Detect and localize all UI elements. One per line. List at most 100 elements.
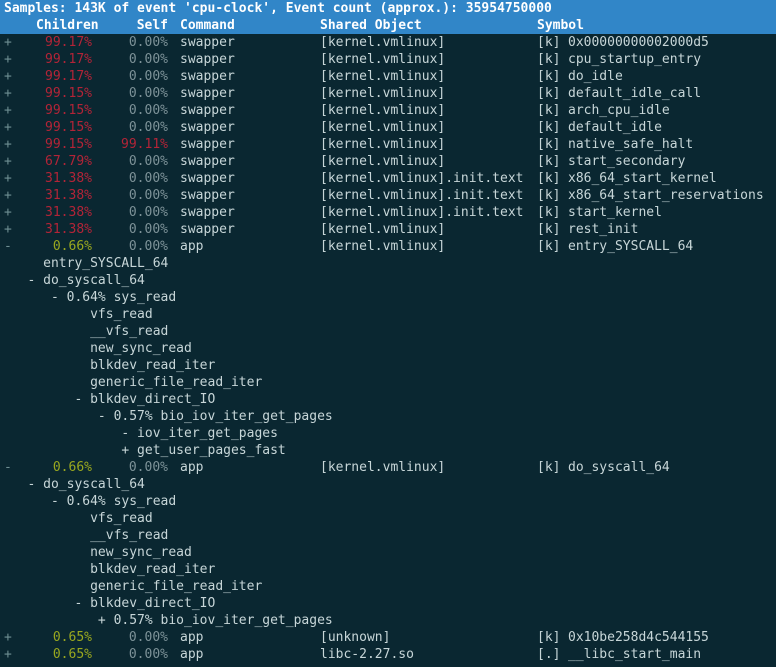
table-row[interactable]: +99.15% 0.00% swapper [kernel.vmlinux] [k] ar… <box>0 102 776 119</box>
samples-summary-bar: Samples: 143K of event 'cpu-clock', Even… <box>0 0 776 17</box>
column-header-symbol[interactable]: Symbol <box>537 17 584 34</box>
expand-toggle-icon[interactable]: + <box>4 119 12 136</box>
callchain-row[interactable]: vfs_read <box>0 306 776 323</box>
callchain-row[interactable]: new_sync_read <box>0 340 776 357</box>
symbol-kind: [k] <box>537 120 561 135</box>
expand-toggle-icon[interactable]: + <box>4 187 12 204</box>
self-percent: 0.00% <box>128 205 168 220</box>
symbol-name: x86_64_start_reservations <box>568 188 764 203</box>
table-row[interactable]: - 0.66% 0.00% app [kernel.vmlinux] [k] entry_S… <box>0 238 776 255</box>
self-percent: 0.00% <box>128 154 168 169</box>
expand-toggle-icon[interactable]: + <box>4 629 12 646</box>
expand-toggle-icon[interactable]: - <box>4 459 12 476</box>
self-percent: 0.00% <box>128 647 168 662</box>
symbol-name: cpu_startup_entry <box>568 52 702 67</box>
callchain-row[interactable]: - blkdev_direct_IO <box>0 391 776 408</box>
expand-toggle-icon[interactable]: - <box>4 238 12 255</box>
expand-toggle-icon[interactable]: + <box>4 68 12 85</box>
callchain-row[interactable]: + get_user_pages_fast <box>0 442 776 459</box>
callchain-row[interactable]: - 0.64% sys_read <box>0 493 776 510</box>
symbol-kind: [k] <box>537 52 561 67</box>
callchain-row[interactable]: __vfs_read <box>0 323 776 340</box>
children-percent: 31.38% <box>45 171 92 186</box>
command-name: swapper <box>180 205 235 220</box>
self-percent: 0.00% <box>128 103 168 118</box>
self-percent: 0.00% <box>128 171 168 186</box>
callchain-row[interactable]: generic_file_read_iter <box>0 578 776 595</box>
symbol-name: do_syscall_64 <box>568 460 670 475</box>
table-row[interactable]: +0.65% 0.00% app [unknown] [k] 0x10be258d4c54… <box>0 629 776 646</box>
column-header-children[interactable]: Children <box>36 17 99 34</box>
callchain-row[interactable]: + 0.57% bio_iov_iter_get_pages <box>0 612 776 629</box>
expand-toggle-icon[interactable]: + <box>4 221 12 238</box>
callchain-row[interactable]: vfs_read <box>0 510 776 527</box>
shared-object: [kernel.vmlinux] <box>320 154 446 169</box>
expand-toggle-icon[interactable]: + <box>4 153 12 170</box>
self-percent: 0.00% <box>128 460 168 475</box>
callchain-row[interactable]: - 0.64% sys_read <box>0 289 776 306</box>
symbol-kind: [k] <box>537 171 561 186</box>
callchain-row[interactable]: __vfs_read <box>0 527 776 544</box>
table-row[interactable]: - 0.66% 0.00% app [kernel.vmlinux] [k] do_sysc… <box>0 459 776 476</box>
callchain-row[interactable]: - do_syscall_64 <box>0 272 776 289</box>
shared-object: [kernel.vmlinux] <box>320 35 446 50</box>
expand-toggle-icon[interactable]: + <box>4 136 12 153</box>
callchain-row[interactable]: generic_file_read_iter <box>0 374 776 391</box>
symbol-name: 0x00000000002000d5 <box>568 35 709 50</box>
report-rows: +99.17% 0.00% swapper [kernel.vmlinux] [k] 0x… <box>0 34 776 663</box>
command-name: swapper <box>180 69 235 84</box>
table-row[interactable]: +99.15% 99.11% swapper [kernel.vmlinux] [k] n… <box>0 136 776 153</box>
table-row[interactable]: +99.15% 0.00% swapper [kernel.vmlinux] [k] de… <box>0 119 776 136</box>
callchain-row[interactable]: - 0.57% bio_iov_iter_get_pages <box>0 408 776 425</box>
command-name: swapper <box>180 120 235 135</box>
table-row[interactable]: +31.38% 0.00% swapper [kernel.vmlinux].init… <box>0 187 776 204</box>
symbol-name: x86_64_start_kernel <box>568 171 717 186</box>
table-row[interactable]: +99.17% 0.00% swapper [kernel.vmlinux] [k] cp… <box>0 51 776 68</box>
column-header-command[interactable]: Command <box>180 17 235 34</box>
shared-object: [kernel.vmlinux] <box>320 120 446 135</box>
table-row[interactable]: +31.38% 0.00% swapper [kernel.vmlinux].init… <box>0 204 776 221</box>
command-name: swapper <box>180 154 235 169</box>
table-row[interactable]: +0.65% 0.00% app libc-2.27.so [.] __libc_star… <box>0 646 776 663</box>
expand-toggle-icon[interactable]: + <box>4 646 12 663</box>
expand-toggle-icon[interactable]: + <box>4 102 12 119</box>
expand-toggle-icon[interactable]: + <box>4 85 12 102</box>
command-name: swapper <box>180 103 235 118</box>
command-name: swapper <box>180 86 235 101</box>
self-percent: 99.11% <box>121 137 168 152</box>
table-row[interactable]: +67.79% 0.00% swapper [kernel.vmlinux] [k] st… <box>0 153 776 170</box>
expand-toggle-icon[interactable]: + <box>4 34 12 51</box>
callchain-row[interactable]: entry_SYSCALL_64 <box>0 255 776 272</box>
table-row[interactable]: +99.15% 0.00% swapper [kernel.vmlinux] [k] de… <box>0 85 776 102</box>
shared-object: [kernel.vmlinux] <box>320 222 446 237</box>
shared-object: [kernel.vmlinux] <box>320 103 446 118</box>
shared-object: [kernel.vmlinux] <box>320 86 446 101</box>
expand-toggle-icon[interactable]: + <box>4 51 12 68</box>
table-row[interactable]: +99.17% 0.00% swapper [kernel.vmlinux] [k] do… <box>0 68 776 85</box>
table-row[interactable]: +31.38% 0.00% swapper [kernel.vmlinux] [k] re… <box>0 221 776 238</box>
callchain-row[interactable]: - iov_iter_get_pages <box>0 425 776 442</box>
callchain-row[interactable]: new_sync_read <box>0 544 776 561</box>
callchain-row[interactable]: blkdev_read_iter <box>0 561 776 578</box>
symbol-name: rest_init <box>568 222 639 237</box>
symbol-name: entry_SYSCALL_64 <box>568 239 694 254</box>
shared-object: [kernel.vmlinux].init.text <box>320 171 524 186</box>
command-name: app <box>180 460 204 475</box>
children-percent: 0.66% <box>52 239 92 254</box>
column-header-shared-object[interactable]: Shared Object <box>320 17 422 34</box>
column-header-row: Children Self Command Shared Object Symb… <box>0 17 776 34</box>
callchain-row[interactable]: - blkdev_direct_IO <box>0 595 776 612</box>
symbol-kind: [k] <box>537 154 561 169</box>
callchain-row[interactable]: blkdev_read_iter <box>0 357 776 374</box>
expand-toggle-icon[interactable]: + <box>4 204 12 221</box>
callchain-row[interactable]: - do_syscall_64 <box>0 476 776 493</box>
table-row[interactable]: +99.17% 0.00% swapper [kernel.vmlinux] [k] 0x… <box>0 34 776 51</box>
symbol-kind: [k] <box>537 205 561 220</box>
table-row[interactable]: +31.38% 0.00% swapper [kernel.vmlinux].init… <box>0 170 776 187</box>
command-name: app <box>180 630 204 645</box>
self-percent: 0.00% <box>128 239 168 254</box>
expand-toggle-icon[interactable]: + <box>4 170 12 187</box>
self-percent: 0.00% <box>128 69 168 84</box>
column-header-self[interactable]: Self <box>112 17 168 34</box>
symbol-kind: [k] <box>537 630 561 645</box>
